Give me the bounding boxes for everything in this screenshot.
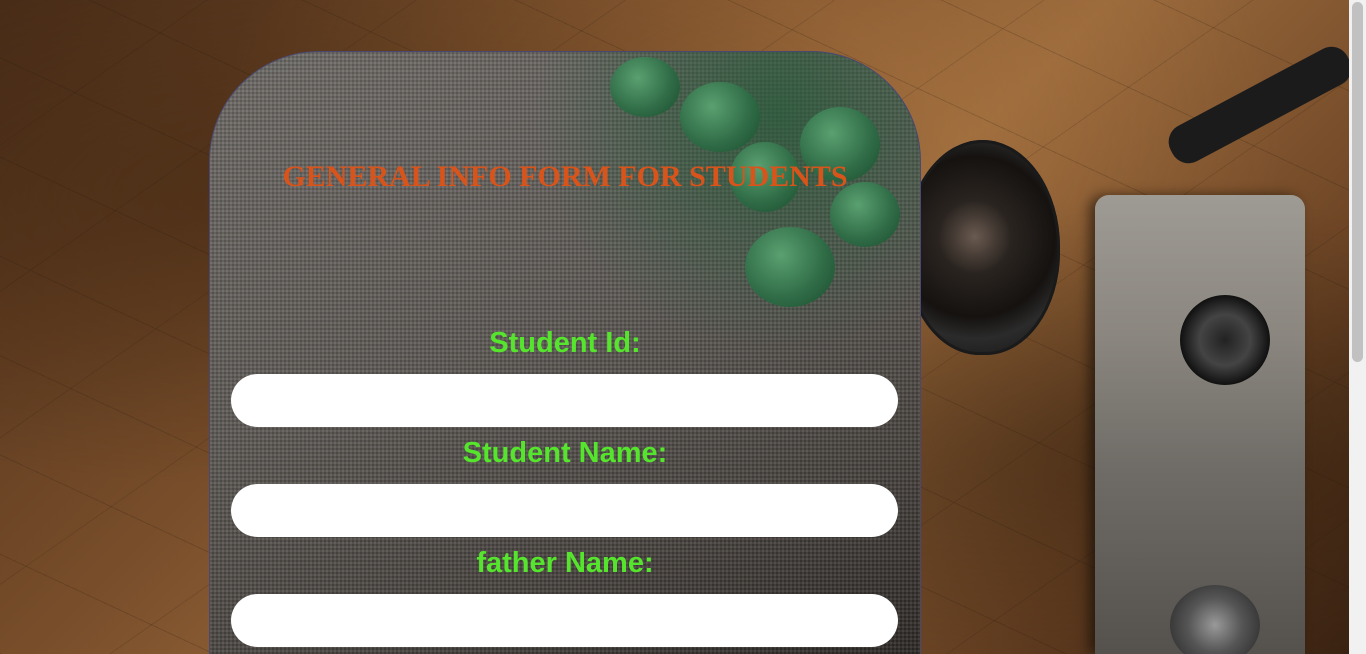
student-id-input[interactable] <box>231 374 898 427</box>
student-name-label: Student Name: <box>462 437 668 469</box>
plant-leaf-decoration <box>610 57 680 117</box>
scrollbar-thumb[interactable] <box>1352 2 1363 362</box>
student-id-label: Student Id: <box>489 327 641 359</box>
camera-lens-decoration <box>905 140 1060 355</box>
plant-leaf-decoration <box>745 227 835 307</box>
student-name-input[interactable] <box>231 484 898 537</box>
page-scrollbar[interactable] <box>1349 0 1366 654</box>
camera-decoration <box>1095 195 1305 654</box>
form-title: GENERAL INFO FORM FOR STUDENTS <box>282 160 848 193</box>
father-name-label: father Name: <box>476 547 654 579</box>
plant-leaf-decoration <box>680 82 760 152</box>
camera-dial-decoration <box>1180 295 1270 385</box>
camera-strap <box>1162 40 1358 170</box>
student-info-form: GENERAL INFO FORM FOR STUDENTS Student I… <box>209 51 921 654</box>
father-name-input[interactable] <box>231 594 898 647</box>
